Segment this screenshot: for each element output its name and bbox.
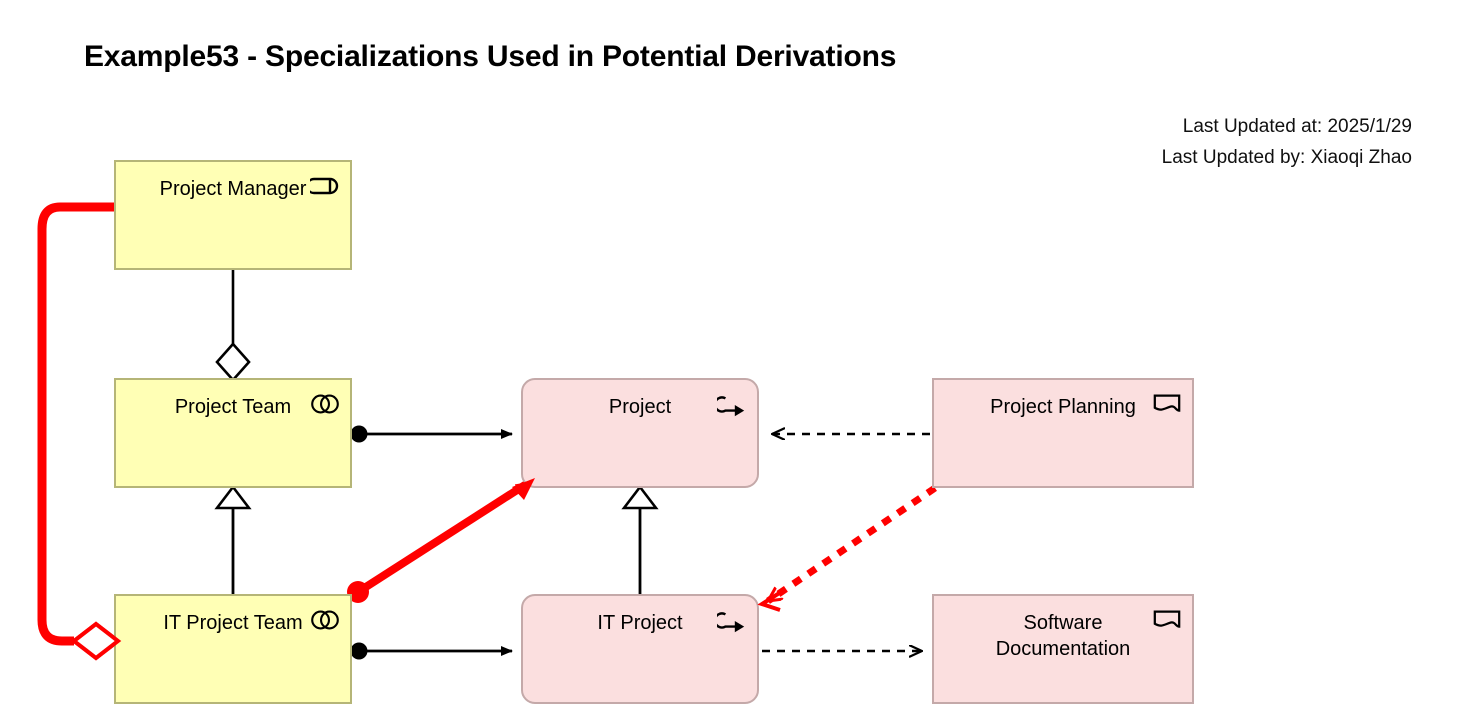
business-object-icon: [1153, 394, 1181, 412]
node-label: Project Manager: [159, 178, 307, 200]
node-project-manager[interactable]: Project Manager: [114, 160, 352, 270]
node-label: Project: [608, 396, 672, 418]
business-collaboration-icon: [311, 394, 339, 414]
node-it-project[interactable]: IT Project: [521, 594, 759, 704]
node-project-planning[interactable]: Project Planning: [932, 378, 1194, 488]
node-software-documentation[interactable]: Software Documentation: [932, 594, 1194, 704]
link-pm-aggregates-project-team[interactable]: [215, 270, 251, 382]
link-project-planning-access-it-project[interactable]: [768, 485, 937, 604]
link-it-project-team-specializes-project-team[interactable]: [214, 484, 252, 594]
node-label: Project Planning: [990, 396, 1136, 418]
node-project[interactable]: Project: [521, 378, 759, 488]
business-role-icon: [310, 177, 339, 195]
diagram-canvas: Example53 - Specializations Used in Pote…: [0, 0, 1464, 726]
link-it-project-team-assigned-it-project[interactable]: [350, 642, 513, 660]
node-label: IT Project Team: [163, 612, 303, 634]
business-process-icon: [717, 612, 745, 633]
node-label: Software Documentation: [995, 612, 1131, 661]
business-process-icon: [717, 396, 745, 417]
link-it-project-specializes-project[interactable]: [621, 484, 659, 594]
link-project-team-assigned-project[interactable]: [350, 425, 513, 443]
node-label: Project Team: [174, 396, 292, 418]
node-project-team[interactable]: Project Team: [114, 378, 352, 488]
business-collaboration-icon: [311, 610, 339, 630]
node-it-project-team[interactable]: IT Project Team: [114, 594, 352, 704]
link-it-project-team-assigned-project[interactable]: [347, 479, 531, 603]
node-label: IT Project: [597, 612, 683, 634]
link-pm-aggregates-it-project-team[interactable]: [37, 202, 122, 661]
